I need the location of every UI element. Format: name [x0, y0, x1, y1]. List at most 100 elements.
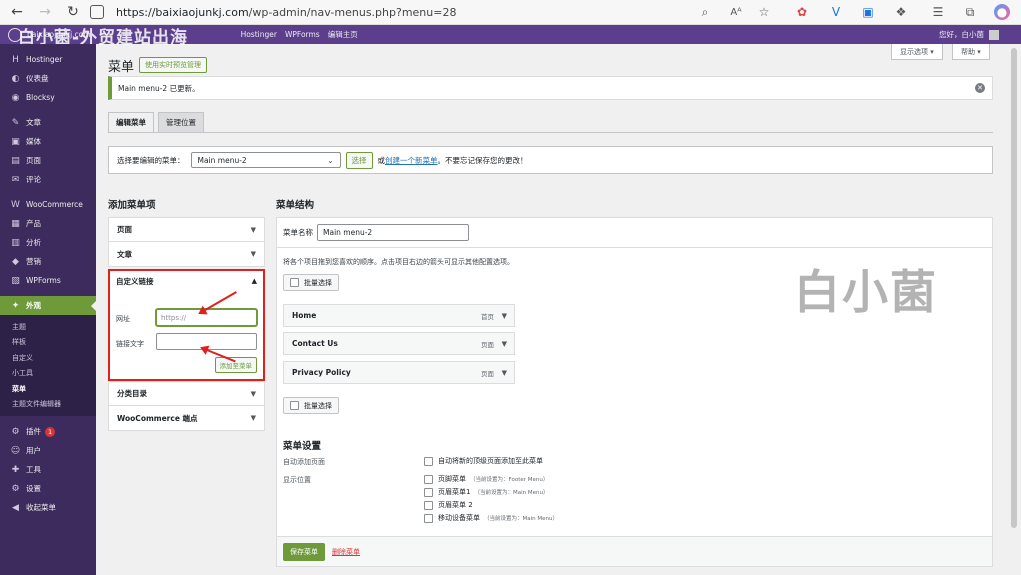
custom-links-panel: 自定义链接 ▲ 网址 https:// 链接文字 添加至菜单 [108, 269, 265, 381]
sidebar-item-comments[interactable]: ✉ 评论 [0, 170, 96, 189]
help-button[interactable]: 帮助 ▾ [952, 44, 990, 60]
sidebar-item-media[interactable]: ▣ 媒体 [0, 132, 96, 151]
tab-divider [108, 132, 993, 133]
menu-item[interactable]: Privacy Policy 页面 ▼ [283, 361, 515, 384]
checkbox[interactable] [424, 487, 433, 497]
checkbox[interactable] [290, 401, 299, 410]
menu-item-label: Contact Us [292, 339, 338, 348]
location-option-header-2[interactable]: 页眉菜单 2 [424, 500, 477, 510]
menu-select-value: Main menu-2 [197, 155, 247, 165]
checkbox[interactable] [424, 456, 433, 466]
submenu-item-themes[interactable]: 主题 [0, 319, 96, 335]
sidebar-item-woocommerce[interactable]: W WooCommerce [0, 195, 96, 214]
triangle-down-icon[interactable]: ▼ [502, 312, 507, 320]
bulk-select-top[interactable]: 批量选择 [283, 274, 339, 291]
structure-description: 将各个项目拖到您喜欢的顺序。点击项目右边的箭头可显示其他配置选项。 [283, 258, 514, 266]
sidebar-item-blocksy[interactable]: ◉ Blocksy [0, 88, 96, 107]
checkbox[interactable] [424, 513, 433, 523]
extension-icon[interactable]: ✿ [794, 4, 810, 20]
triangle-down-icon[interactable]: ▼ [502, 369, 507, 377]
panel-label: 自定义链接 [116, 276, 154, 286]
submenu-item-menus[interactable]: 菜单 [0, 381, 96, 397]
success-notice: Main menu-2 已更新。 ✕ [108, 76, 993, 100]
sidebar-item-marketing[interactable]: ◆ 营销 [0, 252, 96, 271]
extension-translate-icon[interactable]: ▣ [860, 4, 876, 20]
bulk-select-bottom[interactable]: 批量选择 [283, 397, 339, 414]
screen-options-button[interactable]: 显示选项 ▾ [891, 44, 943, 60]
tab-edit-menus[interactable]: 编辑菜单 [108, 112, 154, 133]
adminbar-item-hostinger[interactable]: Hostinger [241, 30, 277, 39]
submenu-item-widgets[interactable]: 小工具 [0, 366, 96, 382]
menu-select-dropdown[interactable]: Main menu-2 ⌄ [190, 152, 341, 168]
sidebar-item-products[interactable]: ▦ 产品 [0, 214, 96, 233]
media-icon: ▣ [11, 136, 20, 147]
panel-categories[interactable]: 分类目录 ▼ [109, 382, 264, 406]
sidebar-item-tools[interactable]: ✚ 工具 [0, 460, 96, 479]
panel-woocommerce-endpoints[interactable]: WooCommerce 端点 ▼ [109, 406, 264, 430]
select-button[interactable]: 选择 [345, 151, 373, 169]
sidebar-item-label: 设置 [26, 484, 41, 493]
sidebar-item-analytics[interactable]: ▥ 分析 [0, 233, 96, 252]
checkbox[interactable] [424, 500, 433, 510]
scroll-thumb[interactable] [1011, 48, 1017, 528]
user-greeting[interactable]: 您好，白小菌 [939, 29, 999, 40]
sidebar-item-dashboard[interactable]: ◐ 仪表盘 [0, 69, 96, 88]
zoom-icon[interactable]: ⌕ [697, 4, 713, 20]
chevron-down-icon: ⌄ [327, 155, 334, 165]
location-option-header-1[interactable]: 页眉菜单1 （当前设置为：Main Menu） [424, 487, 548, 497]
favorites-list-icon[interactable]: ☰ [930, 4, 946, 20]
sidebar-item-wpforms[interactable]: ▧ WPForms [0, 271, 96, 290]
back-icon[interactable]: ← [6, 1, 28, 23]
link-text-label: 链接文字 [116, 340, 144, 348]
sidebar-item-label: 分析 [26, 238, 41, 247]
create-menu-link[interactable]: 创建一个新菜单 [385, 155, 438, 166]
address-bar[interactable]: https://baixiaojunkj.com/wp-admin/nav-me… [84, 2, 784, 22]
option-label: 页眉菜单1 [438, 488, 471, 496]
favorite-icon[interactable]: ☆ [756, 4, 772, 20]
read-aloud-icon[interactable]: Aᴬ [728, 4, 744, 20]
sidebar-item-label: 产品 [26, 219, 41, 228]
refresh-icon[interactable]: ↻ [62, 1, 84, 23]
adminbar-item-edit-home[interactable]: 编辑主页 [328, 29, 358, 40]
checkbox[interactable] [290, 278, 299, 287]
sidebar-item-hostinger[interactable]: H Hostinger [0, 50, 96, 69]
location-option-footer[interactable]: 页脚菜单 （当前设置为：Footer Menu） [424, 474, 548, 484]
blocksy-icon: ◉ [11, 92, 20, 103]
triangle-down-icon[interactable]: ▼ [502, 340, 507, 348]
marketing-icon: ◆ [12, 256, 19, 267]
admin-sidebar: H Hostinger ◐ 仪表盘 ◉ Blocksy ✎ 文章 ▣ 媒体 ▤ 页面 ✉ 评论… [0, 44, 96, 575]
sidebar-item-posts[interactable]: ✎ 文章 [0, 113, 96, 132]
update-count-badge: 1 [45, 426, 56, 437]
sidebar-item-settings[interactable]: ⚙ 设置 [0, 479, 96, 498]
save-menu-button[interactable]: 保存菜单 [283, 542, 325, 561]
sidebar-item-appearance[interactable]: ✦ 外观 [0, 296, 96, 315]
tab-manage-locations[interactable]: 管理位置 [158, 112, 204, 133]
page-scrollbar[interactable] [1007, 44, 1021, 575]
menu-item[interactable]: Home 首页 ▼ [283, 304, 515, 327]
dismiss-icon[interactable]: ✕ [975, 83, 985, 93]
sidebar-item-pages[interactable]: ▤ 页面 [0, 151, 96, 170]
submenu-item-patterns[interactable]: 样板 [0, 335, 96, 351]
extension-v-icon[interactable]: V [828, 4, 844, 20]
live-preview-button[interactable]: 使用实时预览管理 [139, 57, 207, 73]
collections-icon[interactable]: ⧉ [962, 4, 978, 20]
submenu-item-customize[interactable]: 自定义 [0, 350, 96, 366]
delete-menu-link[interactable]: 删除菜单 [332, 547, 360, 557]
checkbox[interactable] [424, 474, 433, 484]
forward-icon[interactable]: → [34, 1, 56, 23]
panel-posts[interactable]: 文章 ▼ [109, 242, 264, 266]
submenu-item-theme-editor[interactable]: 主题文件编辑器 [0, 397, 96, 413]
copilot-icon[interactable]: ● [994, 4, 1010, 20]
menu-item[interactable]: Contact Us 页面 ▼ [283, 332, 515, 355]
extensions-icon[interactable]: ❖ [893, 4, 909, 20]
add-to-menu-button[interactable]: 添加至菜单 [214, 357, 257, 373]
adminbar-item-wpforms[interactable]: WPForms [285, 30, 320, 39]
menu-name-input[interactable]: Main menu-2 [317, 224, 469, 241]
location-option-mobile[interactable]: 移动设备菜单 （当前设置为：Main Menu） [424, 513, 558, 523]
custom-links-header[interactable]: 自定义链接 ▲ [110, 271, 263, 291]
collapse-menu-button[interactable]: ◀ 收起菜单 [0, 498, 96, 517]
auto-add-option[interactable]: 自动将新的顶级页面添加至此菜单 [424, 456, 543, 466]
panel-pages[interactable]: 页面 ▼ [109, 218, 264, 242]
sidebar-item-plugins[interactable]: ⚙ 插件 1 [0, 422, 96, 441]
sidebar-item-users[interactable]: ☺ 用户 [0, 441, 96, 460]
